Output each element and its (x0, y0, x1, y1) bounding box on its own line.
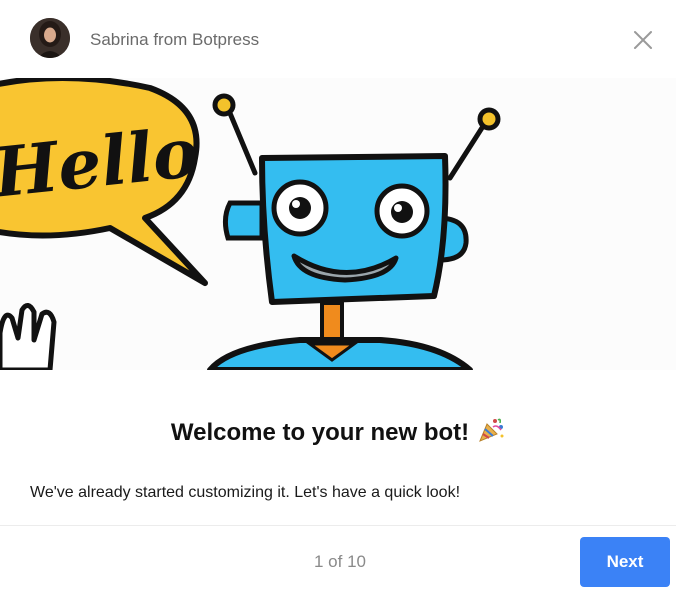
modal-header: Sabrina from Botpress (0, 0, 676, 78)
step-counter: 1 of 10 (314, 552, 366, 571)
close-icon (634, 31, 652, 49)
avatar-photo-icon (30, 18, 70, 58)
robot-illustration: Hello (0, 78, 501, 370)
party-popper-icon (479, 418, 504, 442)
sender-name: Sabrina from Botpress (90, 30, 260, 49)
welcome-description: We've already started customizing it. Le… (30, 484, 461, 501)
welcome-title: Welcome to your new bot! (0, 416, 676, 449)
modal-footer: 1 of 10 Next (0, 525, 676, 595)
waving-hand (0, 303, 57, 370)
welcome-title-text: Welcome to your new bot! (170, 419, 470, 446)
hero-illustration: Hello (0, 78, 676, 370)
onboarding-modal: Sabrina from Botpress Hello Welcome to y… (0, 0, 676, 595)
next-button[interactable]: Next (580, 537, 670, 587)
avatar (30, 18, 70, 58)
close-button[interactable] (630, 27, 656, 53)
